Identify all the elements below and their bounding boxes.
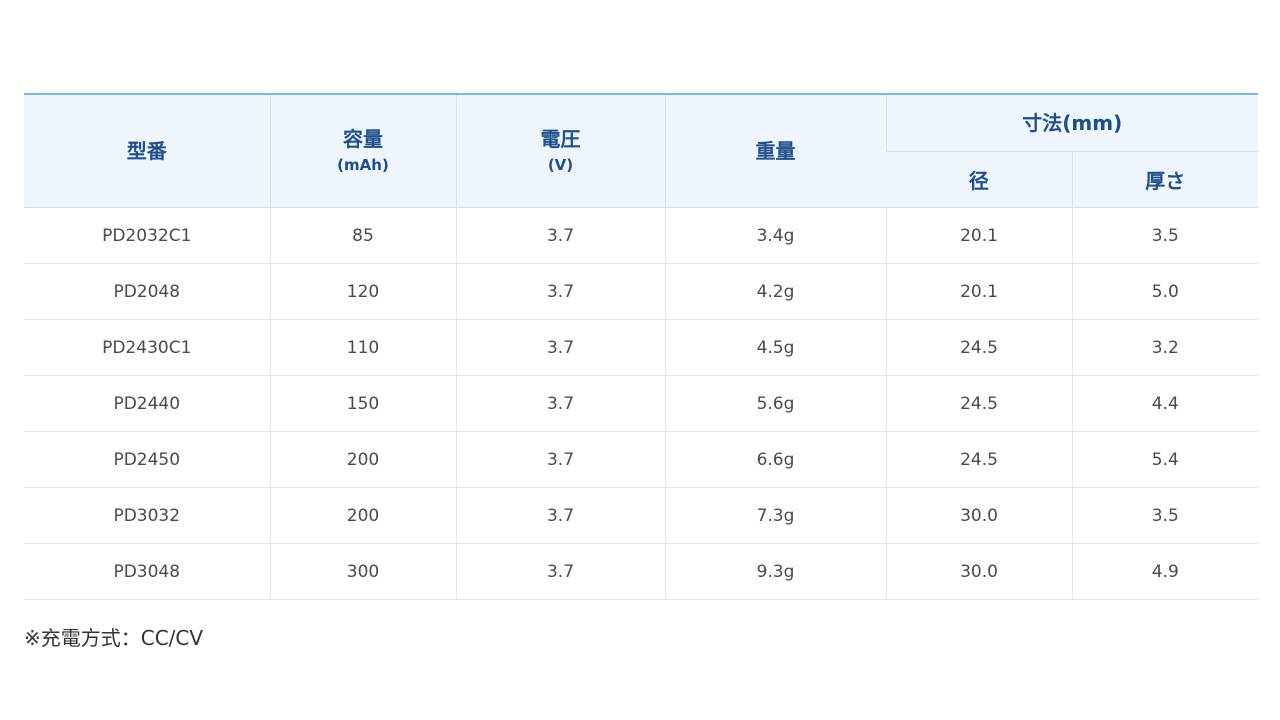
cell-thickness: 3.5	[1071, 487, 1258, 544]
cell-voltage: 3.7	[455, 319, 665, 376]
table-row: PD3048 300 3.7 9.3g 30.0 4.9	[24, 543, 1258, 600]
cell-thickness: 4.9	[1071, 543, 1258, 600]
cell-diameter: 30.0	[885, 487, 1072, 544]
header-model-label: 型番	[126, 139, 167, 163]
header-voltage-label: 電圧	[540, 127, 581, 151]
cell-thickness: 4.4	[1071, 375, 1258, 432]
cell-diameter: 20.1	[885, 207, 1072, 264]
cell-model: PD2430C1	[24, 319, 270, 376]
cell-diameter: 30.0	[885, 543, 1072, 600]
table-row: PD2450 200 3.7 6.6g 24.5 5.4	[24, 431, 1258, 488]
cell-diameter: 20.1	[885, 263, 1072, 320]
header-diameter: 径	[886, 151, 1072, 208]
header-thickness: 厚さ	[1071, 151, 1258, 208]
cell-voltage: 3.7	[455, 263, 665, 320]
cell-capacity: 150	[269, 375, 456, 432]
battery-spec-table: 型番 容量 (mAh) 電圧 (V) 重量 寸法(mm) 径 厚さ PD2032…	[24, 93, 1258, 600]
cell-capacity: 85	[269, 207, 456, 264]
cell-thickness: 5.0	[1071, 263, 1258, 320]
cell-capacity: 110	[269, 319, 456, 376]
spec-table-body: PD2032C1 85 3.7 3.4g 20.1 3.5 PD2048 120…	[24, 207, 1258, 600]
cell-model: PD2440	[24, 375, 270, 432]
cell-model: PD2032C1	[24, 207, 270, 264]
cell-thickness: 3.5	[1071, 207, 1258, 264]
header-voltage: 電圧 (V)	[455, 94, 665, 208]
cell-diameter: 24.5	[885, 431, 1072, 488]
cell-model: PD2048	[24, 263, 270, 320]
cell-voltage: 3.7	[455, 375, 665, 432]
header-thickness-label: 厚さ	[1145, 169, 1186, 193]
cell-capacity: 200	[269, 487, 456, 544]
header-dimensions: 寸法(mm)	[885, 94, 1258, 152]
header-weight: 重量	[664, 94, 886, 208]
cell-diameter: 24.5	[885, 375, 1072, 432]
header-capacity: 容量 (mAh)	[269, 94, 456, 208]
cell-model: PD2450	[24, 431, 270, 488]
cell-voltage: 3.7	[455, 487, 665, 544]
cell-diameter: 24.5	[885, 319, 1072, 376]
cell-weight: 7.3g	[664, 487, 886, 544]
cell-weight: 4.2g	[664, 263, 886, 320]
table-row: PD2440 150 3.7 5.6g 24.5 4.4	[24, 375, 1258, 432]
charging-method-note: ※充電方式：CC/CV	[24, 626, 204, 650]
spec-table-container: 型番 容量 (mAh) 電圧 (V) 重量 寸法(mm) 径 厚さ PD2032…	[24, 93, 1258, 600]
table-row: PD3032 200 3.7 7.3g 30.0 3.5	[24, 487, 1258, 544]
cell-weight: 6.6g	[664, 431, 886, 488]
cell-weight: 5.6g	[664, 375, 886, 432]
header-capacity-label: 容量	[343, 127, 383, 151]
cell-voltage: 3.7	[455, 543, 665, 600]
cell-capacity: 120	[269, 263, 456, 320]
table-row: PD2048 120 3.7 4.2g 20.1 5.0	[24, 263, 1258, 320]
header-diameter-label: 径	[968, 169, 989, 193]
cell-weight: 3.4g	[664, 207, 886, 264]
cell-capacity: 200	[269, 431, 456, 488]
cell-weight: 9.3g	[664, 543, 886, 600]
table-row: PD2032C1 85 3.7 3.4g 20.1 3.5	[24, 207, 1258, 264]
cell-thickness: 3.2	[1071, 319, 1258, 376]
header-capacity-unit: (mAh)	[337, 156, 389, 174]
header-dimensions-label: 寸法(mm)	[1022, 111, 1123, 135]
header-voltage-unit: (V)	[547, 156, 574, 174]
cell-voltage: 3.7	[455, 431, 665, 488]
cell-model: PD3032	[24, 487, 270, 544]
cell-thickness: 5.4	[1071, 431, 1258, 488]
header-weight-label: 重量	[755, 139, 796, 163]
cell-voltage: 3.7	[455, 207, 665, 264]
cell-weight: 4.5g	[664, 319, 886, 376]
table-row: PD2430C1 110 3.7 4.5g 24.5 3.2	[24, 319, 1258, 376]
cell-capacity: 300	[269, 543, 456, 600]
cell-model: PD3048	[24, 543, 270, 600]
header-model: 型番	[24, 94, 270, 208]
